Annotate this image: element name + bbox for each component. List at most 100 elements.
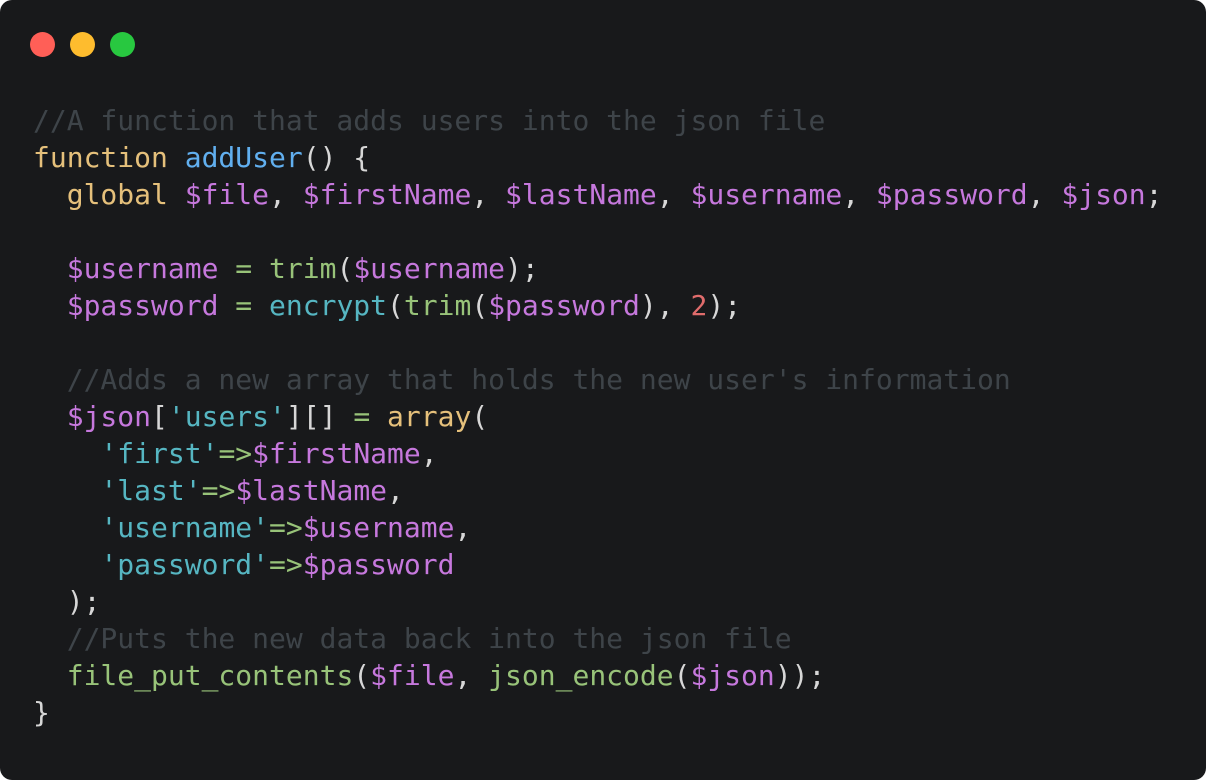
- code-comment: //Adds a new array that holds the new us…: [66, 363, 1011, 396]
- code-variable: $username: [353, 252, 506, 285]
- code-function-call: encrypt: [269, 289, 388, 322]
- code-punctuation: [33, 548, 100, 581]
- code-punctuation: [33, 400, 67, 433]
- code-punctuation: [218, 289, 235, 322]
- code-punctuation: (: [336, 252, 354, 285]
- code-string: 'password': [100, 548, 270, 581]
- code-punctuation: [33, 437, 100, 470]
- code-variable: $username: [302, 511, 455, 544]
- code-string: 'users': [167, 400, 286, 433]
- close-window-button[interactable]: [30, 32, 55, 57]
- code-punctuation: [33, 622, 67, 655]
- code-variable: $username: [66, 252, 219, 285]
- code-line: global $file, $firstName, $lastName, $us…: [33, 176, 1163, 213]
- code-keyword: function: [33, 141, 168, 174]
- code-punctuation: [33, 659, 67, 692]
- code-punctuation: [33, 511, 100, 544]
- code-line: );: [33, 583, 1163, 620]
- code-variable: $lastName: [235, 474, 388, 507]
- code-line: //Adds a new array that holds the new us…: [33, 361, 1163, 398]
- code-comment: //A function that adds users into the js…: [33, 104, 826, 137]
- code-punctuation: [33, 178, 67, 211]
- code-operator: =: [235, 252, 253, 285]
- code-window: //A function that adds users into the js…: [0, 0, 1206, 780]
- code-builtin: file_put_contents: [66, 659, 354, 692]
- code-operator: =>: [269, 548, 303, 581]
- code-variable: $firstName: [302, 178, 472, 211]
- code-punctuation: ,: [387, 474, 404, 507]
- code-line: 'password'=>$password: [33, 546, 1163, 583]
- code-punctuation: ,: [454, 511, 472, 544]
- code-punctuation: ,: [269, 178, 303, 211]
- code-punctuation: [252, 252, 269, 285]
- code-punctuation: [168, 178, 185, 211]
- code-punctuation: ,: [420, 437, 438, 470]
- code-punctuation: );: [33, 585, 101, 618]
- code-punctuation: (: [471, 400, 489, 433]
- code-line: 'username'=>$username,: [33, 509, 1163, 546]
- code-line: ​: [33, 324, 1163, 361]
- code-variable: $file: [184, 178, 270, 211]
- code-line: }: [33, 694, 1163, 731]
- code-punctuation: [252, 289, 269, 322]
- code-string: 'first': [100, 437, 219, 470]
- code-keyword: global: [66, 178, 168, 211]
- code-variable: $password: [488, 289, 640, 322]
- code-punctuation: ,: [842, 178, 876, 211]
- code-operator: =>: [218, 437, 253, 470]
- code-builtin: json_encode: [488, 659, 674, 692]
- code-builtin: trim: [269, 252, 337, 285]
- code-line: function addUser() {: [33, 139, 1163, 176]
- code-line: $username = trim($username);: [33, 250, 1163, 287]
- code-line: ​: [33, 213, 1163, 250]
- code-line: //Puts the new data back into the json f…: [33, 620, 1163, 657]
- code-punctuation: [33, 363, 67, 396]
- code-punctuation: [370, 400, 387, 433]
- code-comment: //Puts the new data back into the json f…: [66, 622, 792, 655]
- code-punctuation: (: [387, 289, 404, 322]
- maximize-window-button[interactable]: [110, 32, 135, 57]
- code-variable: $file: [370, 659, 455, 692]
- code-punctuation: (: [673, 659, 691, 692]
- code-punctuation: ,: [656, 178, 691, 211]
- code-punctuation: (: [471, 289, 489, 322]
- code-string: 'last': [100, 474, 202, 507]
- code-punctuation: ,: [454, 659, 489, 692]
- code-operator: =>: [269, 511, 303, 544]
- code-variable: $json: [690, 659, 775, 692]
- code-variable: $json: [1061, 178, 1146, 211]
- minimize-window-button[interactable]: [70, 32, 95, 57]
- code-punctuation: );: [707, 289, 742, 322]
- code-variable: $password: [66, 289, 219, 322]
- code-variable: $password: [875, 178, 1028, 211]
- code-number: 2: [690, 289, 708, 322]
- code-punctuation: [168, 141, 185, 174]
- code-punctuation: () {: [302, 141, 371, 174]
- code-string: 'username': [100, 511, 270, 544]
- code-operator: =: [353, 400, 371, 433]
- code-punctuation: [: [151, 400, 168, 433]
- code-variable: $firstName: [252, 437, 421, 470]
- code-variable: $username: [690, 178, 843, 211]
- code-punctuation: ,: [471, 178, 506, 211]
- code-line: $password = encrypt(trim($password), 2);: [33, 287, 1163, 324]
- code-variable: $lastName: [505, 178, 657, 211]
- code-line: 'first'=>$firstName,: [33, 435, 1163, 472]
- code-function-name: addUser: [184, 141, 303, 174]
- code-punctuation: [33, 289, 67, 322]
- code-punctuation: );: [505, 252, 539, 285]
- code-punctuation: }: [33, 696, 50, 729]
- code-line: 'last'=>$lastName,: [33, 472, 1163, 509]
- code-variable: $json: [66, 400, 152, 433]
- code-block[interactable]: //A function that adds users into the js…: [33, 102, 1163, 731]
- code-punctuation: ));: [774, 659, 826, 692]
- code-keyword: array: [387, 400, 472, 433]
- code-line: file_put_contents($file, json_encode($js…: [33, 657, 1163, 694]
- code-punctuation: [218, 252, 235, 285]
- code-line: //A function that adds users into the js…: [33, 102, 1163, 139]
- code-punctuation: ;: [1145, 178, 1163, 211]
- code-punctuation: [33, 252, 67, 285]
- code-punctuation: ),: [639, 289, 691, 322]
- code-punctuation: ,: [1027, 178, 1062, 211]
- code-punctuation: (: [353, 659, 371, 692]
